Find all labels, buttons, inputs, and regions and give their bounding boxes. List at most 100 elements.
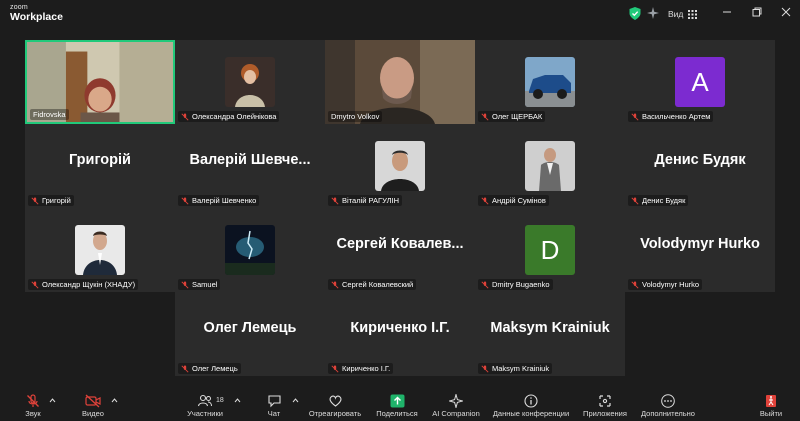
muted-microphone-icon (27, 394, 39, 407)
heart-icon (329, 395, 341, 407)
participant-tile[interactable]: A Васильченко Артем (625, 40, 775, 124)
apps-icon (599, 395, 611, 407)
muted-mic-icon (631, 196, 639, 205)
participant-name-label: Віталій РАГУЛІН (328, 195, 403, 206)
muted-mic-icon (631, 112, 639, 121)
meeting-info-button[interactable]: Данные конференции (490, 388, 572, 421)
participant-tile[interactable]: Dmytro Volkov (325, 40, 475, 124)
participant-name-label: Maksym Krainiuk (478, 363, 553, 374)
leave-button[interactable]: Выйти (757, 388, 785, 421)
participant-name-label: Dmitry Bugaenko (478, 279, 553, 290)
more-button[interactable]: Дополнительно (636, 388, 700, 421)
participant-name-label: Олег ЩЕРБАК (478, 111, 546, 122)
zoom-logo: zoom Workplace (10, 4, 63, 23)
participants-button[interactable]: Участники (186, 388, 224, 421)
meeting-toolbar: Звук Видео Участники 18 Чат Отреагироват… (0, 388, 800, 421)
participant-name-label: Олександра Олейнікова (178, 111, 280, 122)
participant-tile[interactable]: Андрій Сумінов (475, 124, 625, 208)
sparkle-icon (449, 394, 463, 408)
participant-display-name: Григорій (69, 152, 131, 168)
participant-avatar (525, 141, 575, 191)
close-icon[interactable] (780, 6, 792, 18)
share-screen-button[interactable]: Поделиться (373, 388, 421, 421)
participant-name-label: Олег Лемець (178, 363, 241, 374)
participant-tile[interactable]: Maksym Krainiuk Maksym Krainiuk (475, 292, 625, 376)
participant-name-label: Samuel (178, 279, 221, 290)
muted-mic-icon (181, 112, 189, 121)
participant-tile[interactable]: Volodymyr Hurko Volodymyr Hurko (625, 208, 775, 292)
participant-name-label: Volodymyr Hurko (628, 279, 703, 290)
muted-mic-icon (31, 196, 39, 205)
participant-tile[interactable]: Денис Будяк Денис Будяк (625, 124, 775, 208)
participant-name-label: Валерій Шевченко (178, 195, 260, 206)
muted-mic-icon (331, 196, 339, 205)
people-icon (197, 394, 212, 407)
participant-name-label: Андрій Сумінов (478, 195, 549, 206)
participant-name-label: Сергей Ковалевский (328, 279, 417, 290)
react-button[interactable]: Отреагировать (306, 388, 364, 421)
participant-avatar (375, 141, 425, 191)
participant-tile[interactable]: Кириченко І.Г. Кириченко І.Г. (325, 292, 475, 376)
apps-button[interactable]: Приложения (580, 388, 630, 421)
minimize-icon[interactable] (721, 6, 733, 18)
title-bar: zoom Workplace Вид (0, 0, 800, 30)
participant-display-name: Олег Лемець (203, 320, 297, 336)
participant-display-name: Валерій Шевче... (189, 152, 311, 168)
muted-mic-icon (181, 280, 189, 289)
view-button[interactable]: Вид (668, 7, 698, 21)
muted-mic-icon (481, 280, 489, 289)
participant-tile[interactable]: Олег Лемець Олег Лемець (175, 292, 325, 376)
video-gallery: Fidrovska Олександра Олейнікова Dmytro V… (25, 40, 775, 378)
participant-name-label: Олександр Щукін (ХНАДУ) (28, 279, 139, 290)
participant-tile[interactable]: Віталій РАГУЛІН (325, 124, 475, 208)
video-off-icon (85, 394, 101, 408)
chevron-up-icon[interactable] (111, 398, 118, 403)
restore-icon[interactable] (751, 6, 763, 18)
participant-tile[interactable]: Сергей Ковалев... Сергей Ковалевский (325, 208, 475, 292)
participant-tile[interactable]: Fidrovska (25, 40, 175, 124)
muted-mic-icon (181, 364, 189, 373)
participant-tile[interactable]: Олександр Щукін (ХНАДУ) (25, 208, 175, 292)
participant-avatar (75, 225, 125, 275)
participant-avatar (525, 57, 575, 107)
participant-initial-avatar: D (525, 225, 575, 275)
muted-mic-icon (631, 280, 639, 289)
muted-mic-icon (481, 196, 489, 205)
participant-tile[interactable]: Олександра Олейнікова (175, 40, 325, 124)
participant-name-label: Григорій (28, 195, 74, 206)
muted-mic-icon (481, 112, 489, 121)
participant-display-name: Maksym Krainiuk (490, 320, 610, 336)
chevron-up-icon[interactable] (234, 398, 241, 403)
chevron-up-icon[interactable] (292, 398, 299, 403)
participant-tile[interactable]: Samuel (175, 208, 325, 292)
participant-avatar (225, 225, 275, 275)
video-button[interactable]: Видео (78, 388, 108, 421)
sparkle-icon[interactable] (647, 7, 659, 19)
shield-icon[interactable] (629, 7, 641, 20)
participant-display-name: Volodymyr Hurko (640, 236, 760, 252)
participants-count: 18 (216, 397, 224, 404)
ai-companion-button[interactable]: AI Companion (430, 388, 482, 421)
chevron-up-icon[interactable] (49, 398, 56, 403)
participant-display-name: Сергей Ковалев... (336, 236, 464, 252)
info-icon (524, 394, 538, 408)
muted-mic-icon (481, 364, 489, 373)
muted-mic-icon (181, 196, 189, 205)
muted-mic-icon (331, 280, 339, 289)
leave-door-icon (766, 395, 776, 407)
participant-display-name: Денис Будяк (654, 152, 746, 168)
participant-name-label: Денис Будяк (628, 195, 689, 206)
muted-mic-icon (31, 280, 39, 289)
participant-name-label: Fidrovska (30, 109, 69, 120)
audio-button[interactable]: Звук (18, 388, 48, 421)
more-dots-icon (661, 394, 675, 408)
participant-initial-avatar: A (675, 57, 725, 107)
participant-tile[interactable]: D Dmitry Bugaenko (475, 208, 625, 292)
participant-tile[interactable]: Валерій Шевче... Валерій Шевченко (175, 124, 325, 208)
participant-name-label: Кириченко І.Г. (328, 363, 394, 374)
participant-name-label: Dmytro Volkov (328, 111, 383, 122)
participant-tile[interactable]: Григорій Григорій (25, 124, 175, 208)
chat-button[interactable]: Чат (262, 388, 286, 421)
muted-mic-icon (331, 364, 339, 373)
participant-tile[interactable]: Олег ЩЕРБАК (475, 40, 625, 124)
